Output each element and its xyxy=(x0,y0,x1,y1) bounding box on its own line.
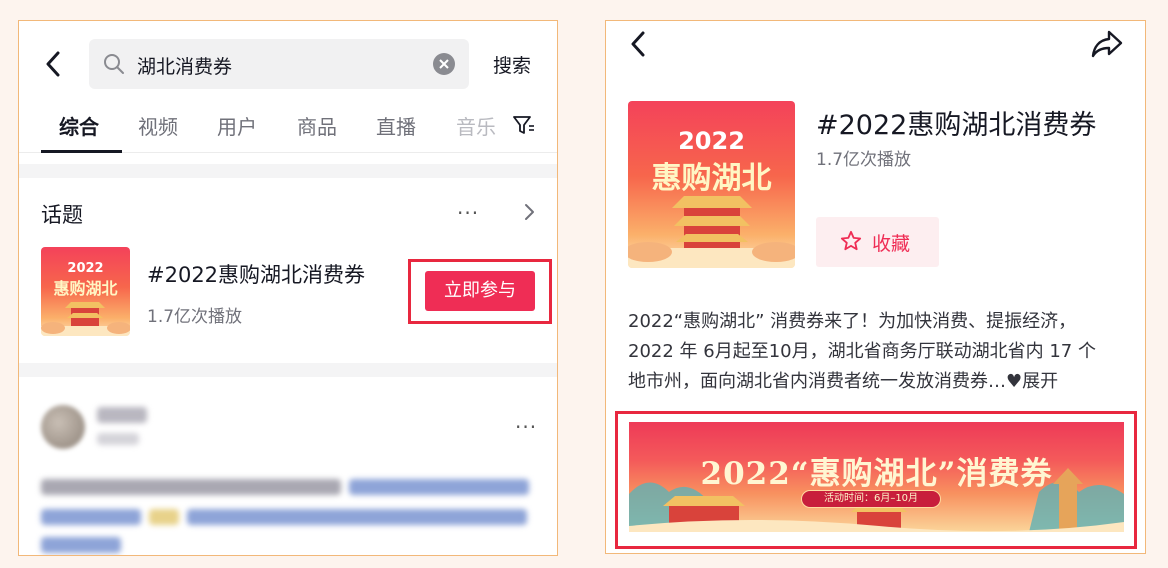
star-icon xyxy=(840,230,862,251)
tab-live[interactable]: 直播 xyxy=(376,111,416,140)
tab-music[interactable]: 音乐 xyxy=(456,111,500,140)
description-line: 地市州，面向湖北省内消费者统一发放消费券…♥展开 xyxy=(628,371,1059,392)
tab-all[interactable]: 综合 xyxy=(59,111,99,140)
search-results-panel: 湖北消费券 搜索 综合 视频 用户 商品 直播 音乐 话题 ··· 2022 惠… xyxy=(18,20,558,556)
active-tab-indicator xyxy=(41,150,122,153)
description-line: 2022“惠购湖北” 消费券来了！为加快消费、提振经济， xyxy=(628,311,1077,332)
topic-cover-image: 2022 惠购湖北 xyxy=(628,101,795,268)
post-hashtag-blurred xyxy=(349,479,529,495)
search-button[interactable]: 搜索 xyxy=(493,51,531,78)
more-icon[interactable]: ··· xyxy=(457,201,479,225)
highlight-box xyxy=(408,259,552,324)
chevron-left-icon[interactable] xyxy=(630,31,646,57)
post-text-blurred xyxy=(41,479,341,495)
avatar[interactable] xyxy=(41,405,85,449)
favorite-button[interactable]: 收藏 xyxy=(816,217,939,267)
post-emoji-blurred xyxy=(149,509,179,525)
topic-title: #2022惠购湖北消费券 xyxy=(816,110,1097,141)
section-divider xyxy=(19,363,557,377)
highlight-box xyxy=(615,411,1137,549)
tab-products[interactable]: 商品 xyxy=(297,111,337,140)
username-blurred xyxy=(97,407,147,423)
pavilion-illustration xyxy=(628,196,795,268)
post-hashtag-blurred xyxy=(187,509,527,525)
topic-description[interactable]: 2022“惠购湖北” 消费券来了！为加快消费、提振经济， 2022 年 6月起至… xyxy=(628,307,1128,397)
tab-videos[interactable]: 视频 xyxy=(138,111,178,140)
search-input[interactable]: 湖北消费券 xyxy=(89,39,469,89)
clear-icon[interactable] xyxy=(433,53,455,75)
more-icon[interactable]: ··· xyxy=(515,415,537,439)
favorite-label: 收藏 xyxy=(872,233,911,255)
post-hashtag-blurred xyxy=(41,537,121,553)
topic-thumbnail[interactable]: 2022 惠购湖北 xyxy=(41,247,130,336)
result-tabs: 综合 视频 用户 商品 直播 音乐 xyxy=(19,109,557,153)
topic-plays: 1.7亿次播放 xyxy=(147,307,243,327)
tab-users[interactable]: 用户 xyxy=(217,111,257,140)
share-icon[interactable] xyxy=(1090,29,1124,59)
topic-section-title: 话题 xyxy=(41,203,83,227)
topic-detail-panel: 2022 惠购湖北 #2022惠购湖北消费券 1.7亿次播放 收藏 2022“惠… xyxy=(605,20,1146,554)
post-hashtag-blurred xyxy=(41,509,141,525)
search-icon xyxy=(104,54,124,74)
section-divider xyxy=(19,164,557,178)
chevron-left-icon[interactable] xyxy=(45,51,61,77)
search-query[interactable]: 湖北消费券 xyxy=(137,52,232,79)
topic-plays: 1.7亿次播放 xyxy=(816,150,912,170)
filter-icon[interactable] xyxy=(511,113,535,137)
pavilion-illustration xyxy=(41,302,130,336)
timestamp-blurred xyxy=(97,433,139,445)
description-line: 2022 年 6月起至10月，湖北省商务厅联动湖北省内 17 个 xyxy=(628,341,1096,362)
topic-name[interactable]: #2022惠购湖北消费券 xyxy=(147,259,365,289)
chevron-right-icon[interactable] xyxy=(523,202,535,222)
